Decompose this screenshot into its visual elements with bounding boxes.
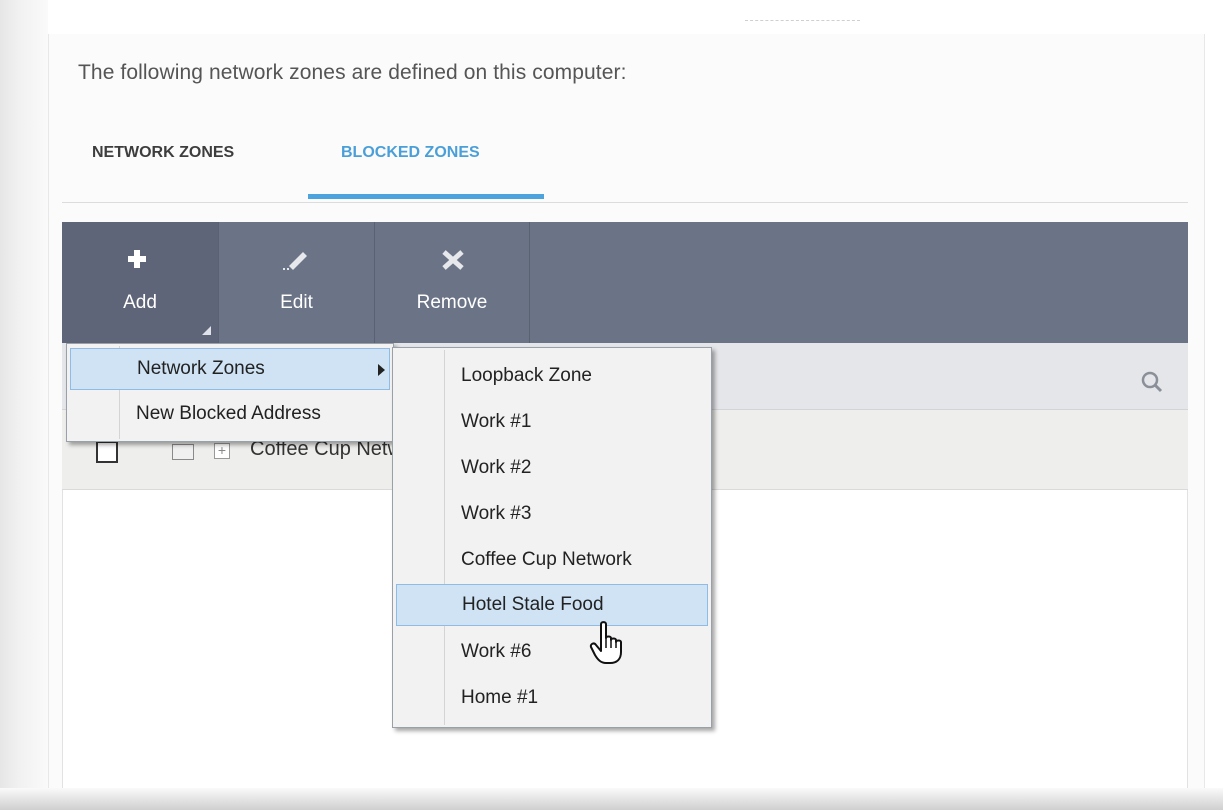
menu-item-new-blocked-address[interactable]: New Blocked Address (70, 394, 390, 436)
search-icon[interactable] (1140, 370, 1164, 394)
background-edge-left (0, 0, 48, 810)
row-checkbox[interactable] (96, 441, 118, 463)
submenu-item-label: Work #2 (461, 457, 532, 478)
submenu-item-work-1[interactable]: Work #1 (396, 402, 708, 444)
active-tab-indicator (308, 194, 544, 199)
edit-button-label: Edit (280, 292, 313, 313)
menu-item-label: Network Zones (137, 358, 265, 379)
submenu-item-work-3[interactable]: Work #3 (396, 494, 708, 536)
submenu-item-hotel-stale-food[interactable]: Hotel Stale Food (396, 584, 708, 626)
submenu-item-label: Work #3 (461, 503, 532, 524)
submenu-item-coffee-cup-network[interactable]: Coffee Cup Network (396, 540, 708, 582)
add-button[interactable]: Add (62, 222, 218, 343)
remove-button[interactable]: Remove (374, 222, 530, 343)
dropdown-corner-indicator (202, 326, 211, 335)
submenu-item-label: Coffee Cup Network (461, 549, 632, 570)
expand-icon[interactable]: + (214, 443, 230, 459)
pencil-icon (219, 246, 374, 272)
submenu-item-loopback-zone[interactable]: Loopback Zone (396, 356, 708, 398)
menu-item-label: New Blocked Address (136, 403, 321, 424)
tab-blocked-zones[interactable]: BLOCKED ZONES (341, 144, 480, 162)
plus-icon (62, 246, 218, 272)
page-heading: The following network zones are defined … (78, 61, 627, 84)
submenu-item-work-2[interactable]: Work #2 (396, 448, 708, 490)
x-icon (375, 246, 529, 272)
add-button-label: Add (123, 292, 157, 313)
network-zones-submenu: Loopback Zone Work #1 Work #2 Work #3 Co… (392, 347, 712, 728)
edit-button[interactable]: Edit (218, 222, 374, 343)
tabs-divider (62, 202, 1188, 203)
top-dashed-line (745, 20, 860, 21)
hand-cursor-icon (589, 620, 629, 666)
toolbar: Add Edit Remove (62, 222, 1188, 343)
tab-network-zones[interactable]: NETWORK ZONES (92, 144, 234, 162)
background-edge-bottom (0, 788, 1223, 810)
submenu-item-work-6[interactable]: Work #6 (396, 632, 708, 674)
submenu-item-label: Work #1 (461, 411, 532, 432)
submenu-item-label: Loopback Zone (461, 365, 592, 386)
submenu-item-label: Hotel Stale Food (462, 594, 604, 615)
add-dropdown-menu: Network Zones New Blocked Address (66, 343, 394, 442)
submenu-arrow-icon (378, 364, 385, 376)
submenu-item-label: Work #6 (461, 641, 532, 662)
submenu-item-home-1[interactable]: Home #1 (396, 678, 708, 720)
zone-tabs: NETWORK ZONES BLOCKED ZONES (62, 132, 1188, 204)
menu-item-network-zones[interactable]: Network Zones (70, 348, 390, 390)
folder-icon (172, 444, 194, 460)
submenu-item-label: Home #1 (461, 687, 539, 708)
remove-button-label: Remove (416, 292, 488, 313)
